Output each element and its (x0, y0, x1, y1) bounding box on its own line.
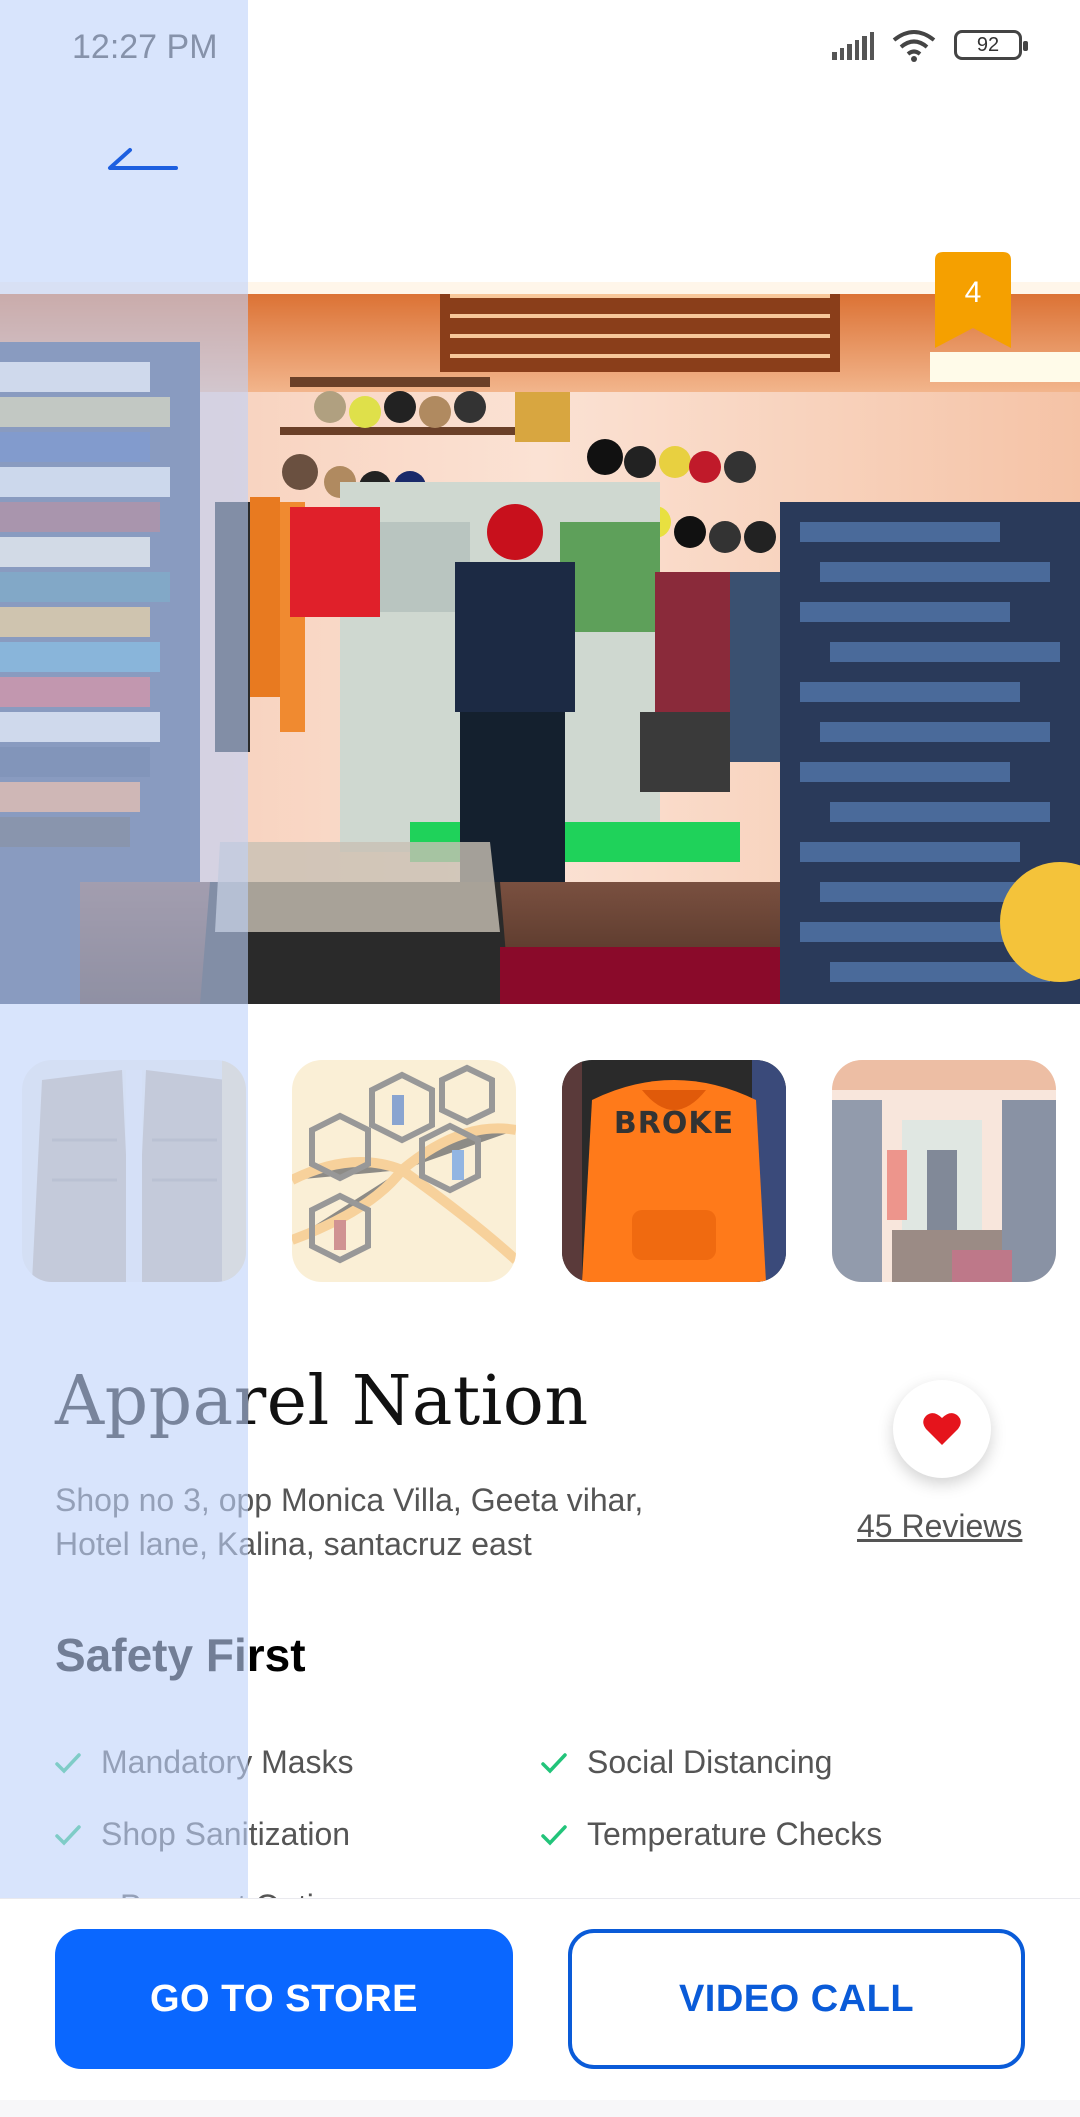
safety-item-label: Mandatory Masks (101, 1744, 354, 1780)
signal-icon (832, 30, 874, 60)
store-name: Apparel Nation (55, 1362, 589, 1441)
bottom-action-bar: GO TO STORE VIDEO CALL (0, 1898, 1080, 2117)
check-icon (541, 1752, 567, 1774)
wifi-icon (892, 30, 936, 62)
safety-item: Social Distancing (541, 1744, 832, 1781)
safety-item-label: Social Distancing (587, 1744, 833, 1780)
jacket-photo (22, 1060, 246, 1282)
thumbnail-strip: BROKE (22, 1060, 1062, 1282)
status-icons: 92 (832, 28, 1028, 62)
safety-section-title: Safety First (55, 1629, 306, 1681)
store-address: Shop no 3, opp Monica Villa, Geeta vihar… (55, 1482, 644, 1562)
check-icon (541, 1824, 567, 1846)
check-icon (55, 1824, 81, 1846)
thumbnail-store[interactable] (832, 1060, 1056, 1282)
rank-badge-text-wrap: 4 (935, 252, 1011, 348)
back-arrow-icon[interactable] (100, 138, 180, 188)
store-interior-photo (832, 1060, 1056, 1282)
safety-item: Mandatory Masks (55, 1744, 354, 1781)
rank-badge-label: 4 (964, 276, 982, 309)
safety-item-label: Temperature Checks (587, 1816, 883, 1852)
battery-level: 92 (976, 33, 1000, 56)
thumbnail-perfume-shelf[interactable] (292, 1060, 516, 1282)
go-to-store-button[interactable]: GO TO STORE (55, 1929, 513, 2069)
safety-item: Shop Sanitization (55, 1816, 350, 1853)
safety-item: Temperature Checks (541, 1816, 882, 1853)
thumbnail-jacket[interactable] (22, 1060, 246, 1282)
home-indicator (0, 2100, 1080, 2117)
safety-item-label: Shop Sanitization (101, 1816, 351, 1852)
reviews-link[interactable]: 45 Reviews (857, 1508, 1022, 1545)
favorite-button[interactable] (893, 1380, 991, 1478)
status-bar: 12:27 PM 92 (0, 0, 1080, 96)
check-icon (55, 1752, 81, 1774)
perfume-shelf-photo (292, 1060, 516, 1282)
battery-icon: 92 (954, 30, 1028, 60)
thumbnail-hoodie[interactable]: BROKE (562, 1060, 786, 1282)
heart-icon (923, 1413, 961, 1445)
hero-image[interactable] (0, 282, 1080, 1004)
hoodie-print-text: BROKE (613, 1106, 735, 1141)
store-interior-photo (0, 282, 1080, 1004)
status-time: 12:27 PM (72, 28, 218, 66)
orange-hoodie-photo (562, 1060, 786, 1282)
video-call-button[interactable]: VIDEO CALL (568, 1929, 1025, 2069)
